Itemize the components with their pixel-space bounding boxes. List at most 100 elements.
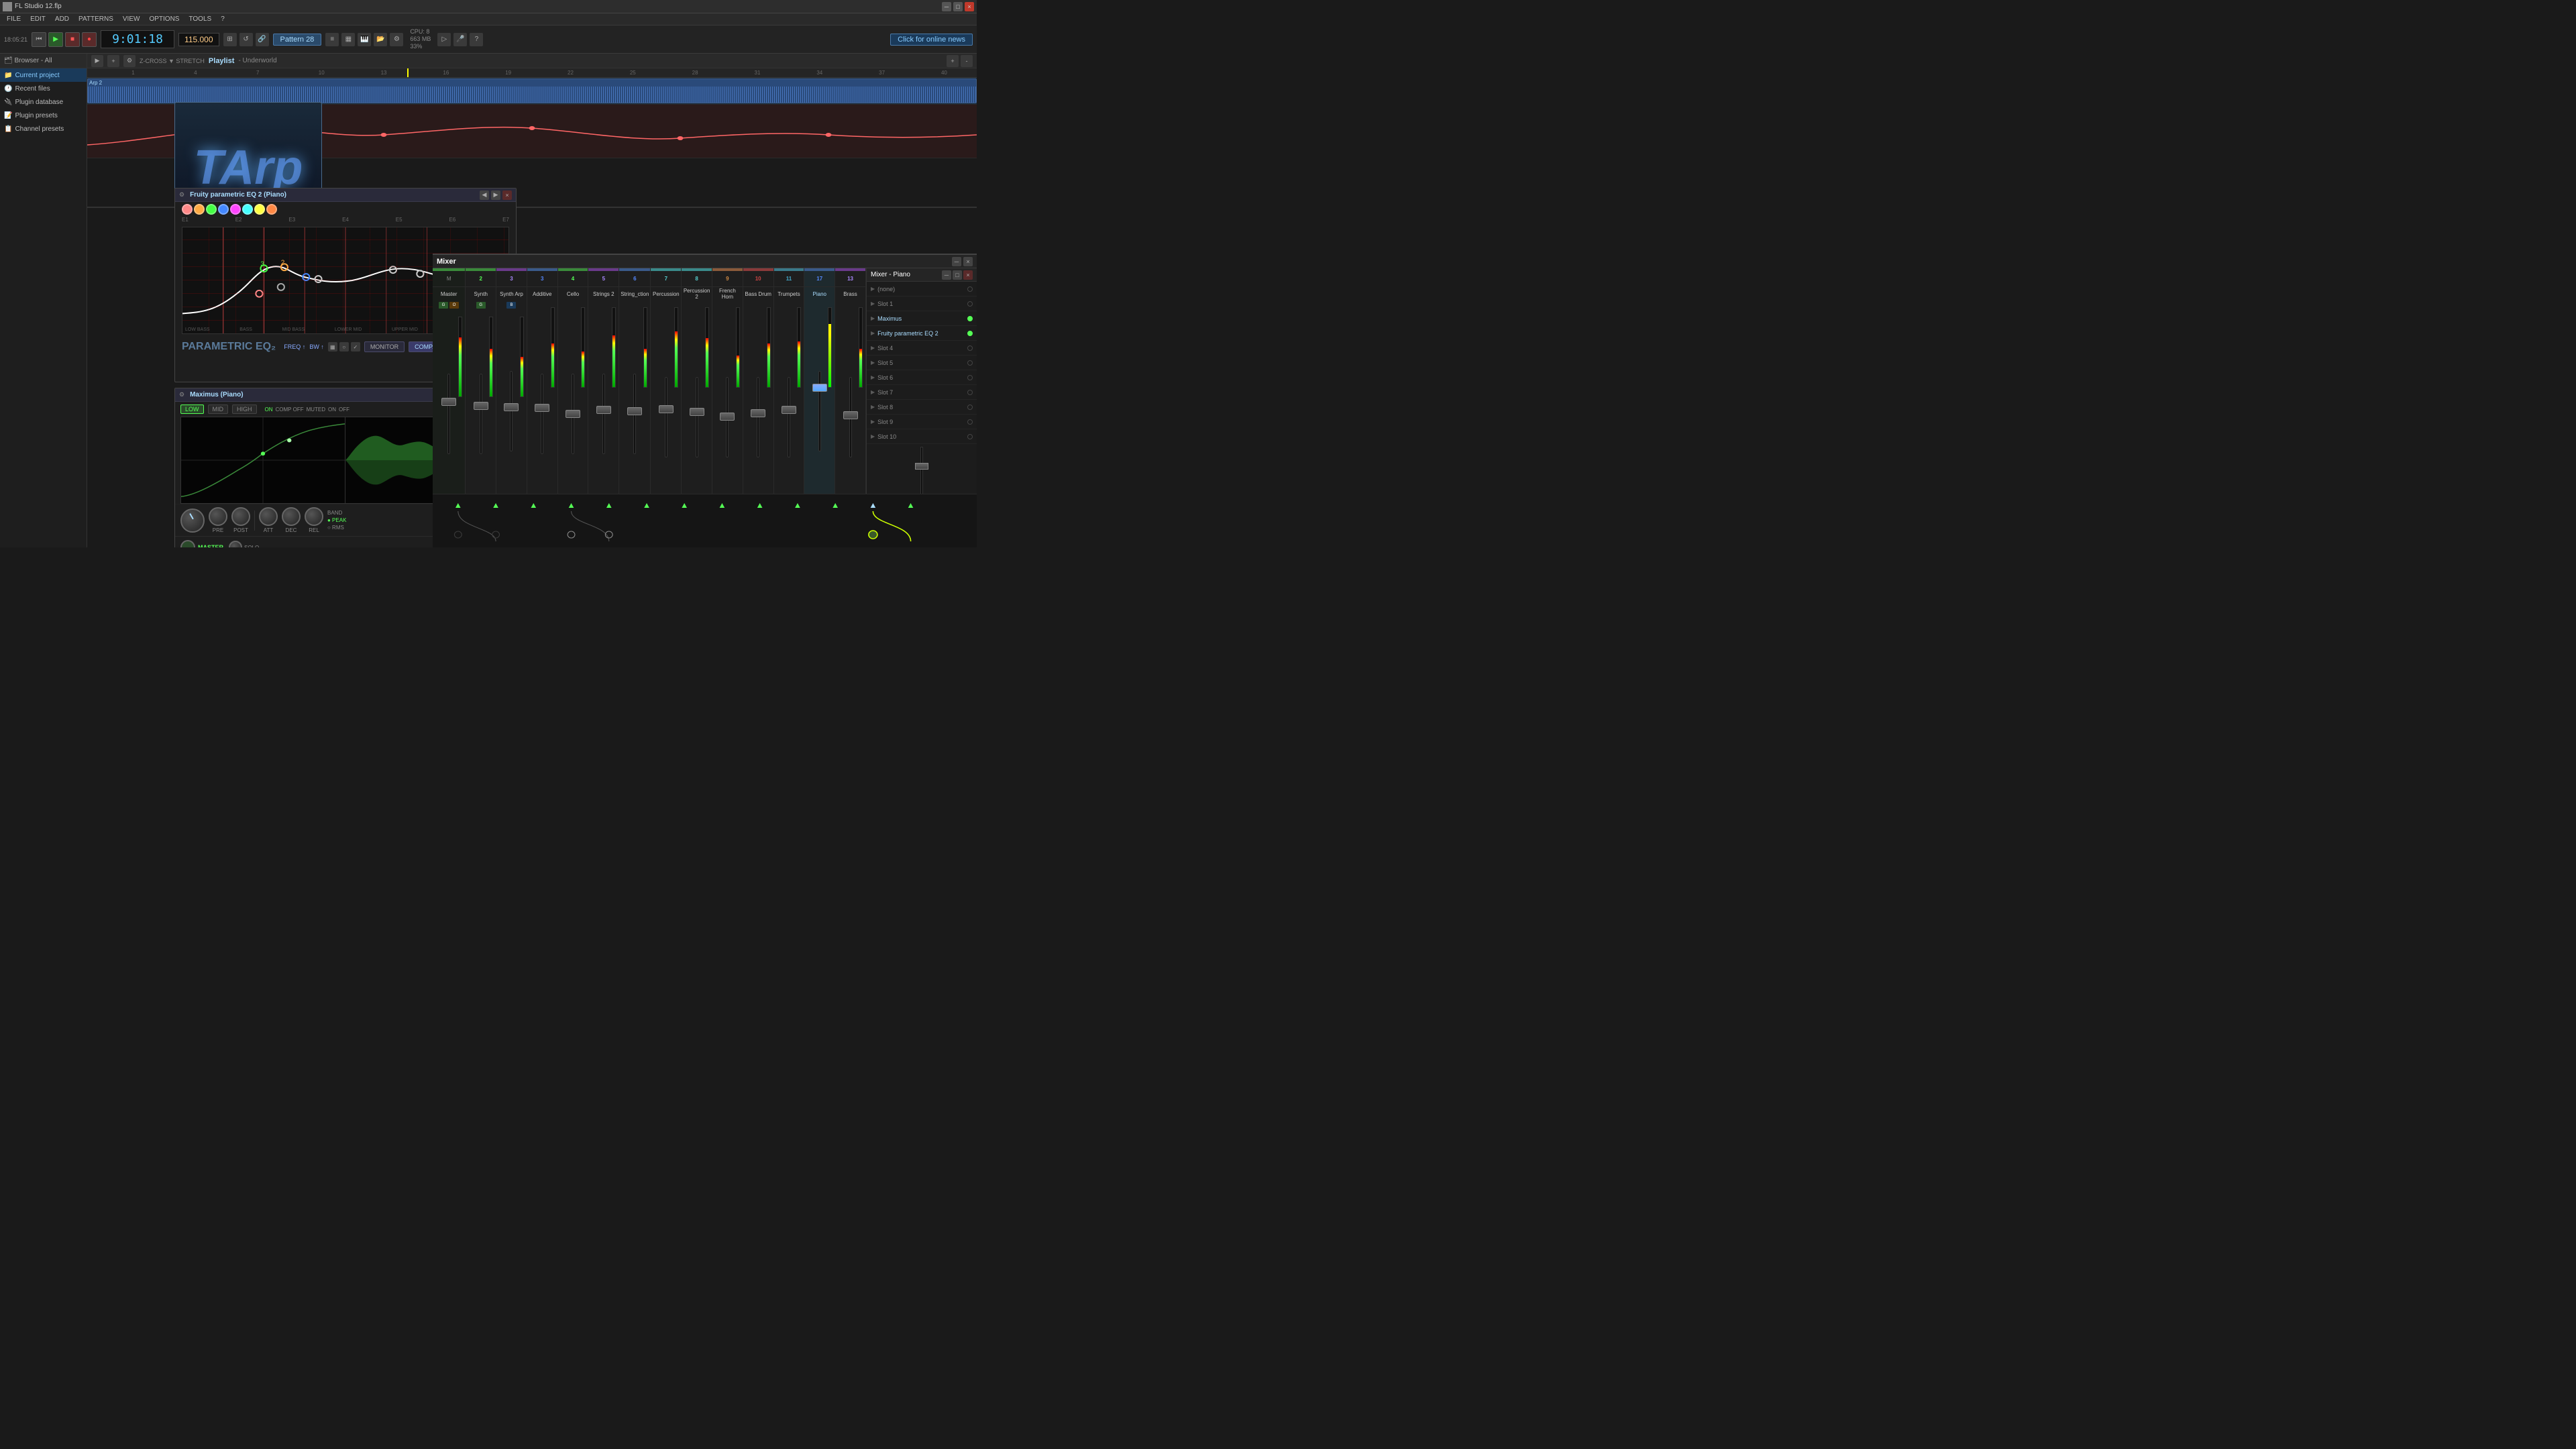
eq-power-icon[interactable]: ⚙ xyxy=(179,191,184,199)
menu-patterns[interactable]: PATTERNS xyxy=(74,15,117,23)
loop-icon[interactable]: ↺ xyxy=(239,33,253,46)
sidebar-item-channel-presets[interactable]: 📋 Channel presets xyxy=(0,122,87,136)
menu-file[interactable]: FILE xyxy=(3,15,25,23)
rewind-button[interactable]: ⏮ xyxy=(32,32,46,47)
maximus-low-band[interactable]: LOW xyxy=(180,405,204,414)
send-led-9[interactable] xyxy=(967,419,973,425)
piano-roll-icon[interactable]: 🎹 xyxy=(358,33,371,46)
sends-maximize[interactable]: □ xyxy=(953,270,962,280)
playlist-play-btn[interactable]: ▶ xyxy=(91,55,103,67)
send-led-4[interactable] xyxy=(967,345,973,351)
percussion-fader[interactable] xyxy=(659,405,674,413)
settings-icon[interactable]: ⚙ xyxy=(390,33,403,46)
playlist-add-btn[interactable]: + xyxy=(107,55,119,67)
snap-icon[interactable]: ⊞ xyxy=(223,33,237,46)
cello-fader[interactable] xyxy=(566,410,580,418)
send-led-8[interactable] xyxy=(967,405,973,410)
sends-fader-handle[interactable] xyxy=(915,463,928,470)
maximus-rel-knob[interactable] xyxy=(305,507,323,526)
send-slot-4[interactable]: ▶ Slot 4 xyxy=(867,341,977,356)
menu-edit[interactable]: EDIT xyxy=(26,15,50,23)
bass-drum-fader[interactable] xyxy=(751,409,765,417)
eq-right-arrow[interactable]: ▶ xyxy=(491,191,500,200)
pattern-button[interactable]: Pattern 28 xyxy=(273,34,322,46)
playlist-settings-btn[interactable]: ⚙ xyxy=(123,55,136,67)
brass-fader[interactable] xyxy=(843,411,858,419)
eq-node-1[interactable] xyxy=(182,204,193,215)
sends-minimize[interactable]: ─ xyxy=(942,270,951,280)
send-slot-6[interactable]: ▶ Slot 6 xyxy=(867,370,977,385)
play-button[interactable]: ▶ xyxy=(48,32,63,47)
send-led-maximus[interactable] xyxy=(967,316,973,321)
trumpets-fader[interactable] xyxy=(782,406,796,414)
eq-node-8[interactable] xyxy=(266,204,277,215)
send-slot-1[interactable]: ▶ Slot 1 xyxy=(867,297,977,311)
send-slot-none[interactable]: ▶ (none) xyxy=(867,282,977,297)
maximus-high-band[interactable]: HIGH xyxy=(232,405,257,414)
eq-node-3[interactable] xyxy=(206,204,217,215)
online-news-button[interactable]: Click for online news xyxy=(890,34,973,46)
master-orange-btn[interactable]: O xyxy=(449,302,459,309)
send-slot-5[interactable]: ▶ Slot 5 xyxy=(867,356,977,370)
maximus-solo-knob[interactable] xyxy=(180,540,195,547)
eq-left-arrow[interactable]: ◀ xyxy=(480,191,489,200)
send-slot-9[interactable]: ▶ Slot 9 xyxy=(867,415,977,429)
maximus-gear-icon[interactable]: ⚙ xyxy=(179,391,184,398)
string-section-fader[interactable] xyxy=(627,407,642,415)
tempo-display[interactable]: 115.000 xyxy=(178,33,219,46)
eq-node-4[interactable] xyxy=(218,204,229,215)
eq-node-2[interactable] xyxy=(194,204,205,215)
eq-toggle-2[interactable]: ○ xyxy=(339,342,349,352)
maximus-dec-knob[interactable] xyxy=(282,507,301,526)
mixer-icon[interactable]: ≡ xyxy=(325,33,339,46)
link-icon[interactable]: 🔗 xyxy=(256,33,269,46)
maximus-solo-knob2[interactable] xyxy=(229,541,242,547)
french-horn-fader[interactable] xyxy=(720,413,735,421)
send-slot-7[interactable]: ▶ Slot 7 xyxy=(867,385,977,400)
sidebar-item-current-project[interactable]: 📁 Current project xyxy=(0,68,87,82)
piano-fader[interactable] xyxy=(812,384,827,392)
playlist-zoom-out[interactable]: - xyxy=(961,55,973,67)
send-led-6[interactable] xyxy=(967,375,973,380)
maximus-pre-knob[interactable] xyxy=(209,507,227,526)
eq-toggle-1[interactable]: ▦ xyxy=(328,342,337,352)
sidebar-item-plugin-database[interactable]: 🔌 Plugin database xyxy=(0,95,87,109)
maximus-post-knob[interactable] xyxy=(231,507,250,526)
stop-button[interactable]: ■ xyxy=(65,32,80,47)
synth-arp-btn[interactable]: B xyxy=(506,302,516,309)
eq-toggle-3[interactable]: ✓ xyxy=(351,342,360,352)
eq-node-6[interactable] xyxy=(242,204,253,215)
strings2-fader[interactable] xyxy=(596,406,611,414)
sends-close[interactable]: × xyxy=(963,270,973,280)
mixer-minimize[interactable]: ─ xyxy=(952,257,961,266)
mic-icon[interactable]: 🎤 xyxy=(453,33,467,46)
synth-arp-fader[interactable] xyxy=(504,403,519,411)
menu-options[interactable]: OPTIONS xyxy=(145,15,183,23)
menu-help[interactable]: ? xyxy=(217,15,229,23)
send-led-1[interactable] xyxy=(967,301,973,307)
menu-tools[interactable]: TOOLS xyxy=(184,15,215,23)
playlist-zoom-in[interactable]: + xyxy=(947,55,959,67)
send-slot-10[interactable]: ▶ Slot 10 xyxy=(867,429,977,444)
send-slot-8[interactable]: ▶ Slot 8 xyxy=(867,400,977,415)
send-led-7[interactable] xyxy=(967,390,973,395)
synth-green-btn[interactable]: G xyxy=(476,302,486,309)
maximus-att-knob[interactable] xyxy=(259,507,278,526)
maximize-button[interactable]: □ xyxy=(953,2,963,11)
step-seq-icon[interactable]: ▦ xyxy=(341,33,355,46)
arp-block-full[interactable]: Arp 2 xyxy=(87,78,977,103)
master-fader[interactable] xyxy=(441,398,456,406)
eq-monitor-btn[interactable]: MONITOR xyxy=(364,341,405,352)
send-slot-eq[interactable]: ▶ Fruity parametric EQ 2 xyxy=(867,326,977,341)
eq-plugin-header[interactable]: ⚙ Fruity parametric EQ 2 (Piano) ◀ ▶ × xyxy=(175,189,516,202)
eq-close[interactable]: × xyxy=(502,191,512,200)
audio-engine-icon[interactable]: ▷ xyxy=(437,33,451,46)
menu-view[interactable]: VIEW xyxy=(119,15,144,23)
percussion2-fader[interactable] xyxy=(690,408,704,416)
question-icon[interactable]: ? xyxy=(470,33,483,46)
send-led-10[interactable] xyxy=(967,434,973,439)
record-button[interactable]: ● xyxy=(82,32,97,47)
sidebar-item-recent-files[interactable]: 🕐 Recent files xyxy=(0,82,87,95)
master-green-btn[interactable]: G xyxy=(439,302,448,309)
menu-add[interactable]: ADD xyxy=(51,15,73,23)
